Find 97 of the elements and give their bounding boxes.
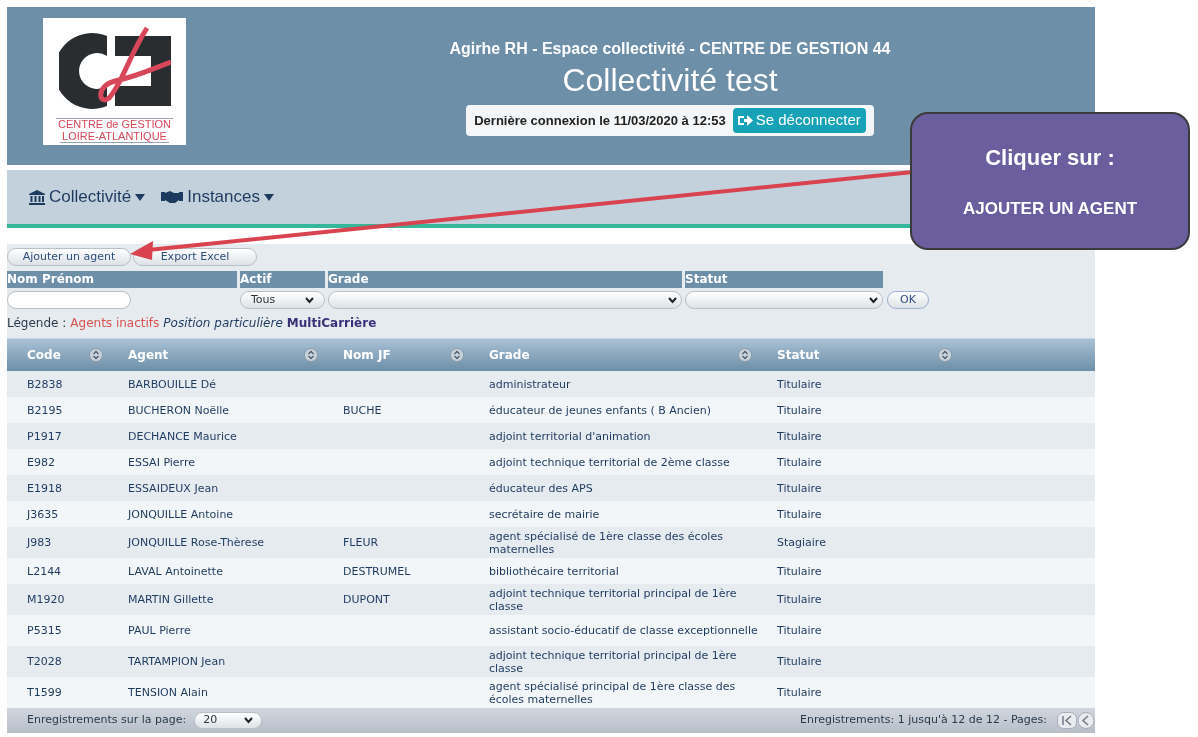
ok-button[interactable]: OK (887, 291, 929, 309)
table-cell-text: adjoint technique territorial de 2ème classe (489, 455, 731, 469)
sign-out-icon (737, 113, 753, 127)
table-cell: Titulaire (777, 377, 822, 391)
table-cell: Titulaire (777, 481, 822, 495)
active-select[interactable]: Tous (240, 291, 325, 309)
table-cell: Titulaire (777, 429, 822, 443)
table-cell-text: secrétaire de mairie (489, 507, 601, 521)
sort-icon[interactable] (89, 348, 103, 362)
table-cell: DESTRUMEL (343, 564, 411, 578)
per-page-label: Enregistrements sur la page: (27, 712, 187, 729)
legend-multicareer: MultiCarrière (286, 315, 377, 332)
chevron-down-icon (869, 296, 878, 304)
table-cell-text: administrateur (489, 377, 572, 391)
sort-icon[interactable] (938, 348, 952, 362)
table-cell: Titulaire (777, 593, 822, 606)
table-cell: B2195 (27, 403, 63, 417)
table-cell: DUPONT (343, 593, 390, 606)
table-row[interactable]: P5315 PAUL Pierre assistant socio-éducatif de classe exceptionnelle Titulaire (7, 615, 1095, 646)
table-cell: PAUL Pierre (128, 624, 191, 637)
legend-inactive: Agents inactifs (70, 315, 160, 332)
sort-icon[interactable] (304, 348, 318, 362)
table-cell: J3635 (27, 507, 59, 521)
sort-icon[interactable] (738, 348, 752, 362)
table-cell: LAVAL Antoinette (128, 564, 223, 578)
table-cell-text: agent spécialisé principal de 1ère classe des écoles maternelles (489, 679, 737, 706)
last-login-text: Dernière connexion le 11/03/2020 à 12:53 (474, 111, 726, 130)
table-cell: Stagiaire (777, 536, 826, 549)
table-cell: T2028 (27, 655, 62, 668)
table-cell: ESSAIDEUX Jean (128, 481, 219, 495)
callout-text: AJOUTER UN AGENT (962, 197, 1138, 220)
table-row[interactable]: L2144 LAVAL Antoinette DESTRUMEL bibliothécaire territorial Titulaire (7, 558, 1095, 584)
table-cell-text: bibliothécaire territorial (489, 564, 620, 578)
table-cell: TENSION Alain (128, 686, 208, 699)
table-cell: DECHANCE Maurice (128, 429, 237, 443)
name-field[interactable] (7, 291, 131, 309)
sort-icon[interactable] (450, 348, 464, 362)
filter-label: Grade (328, 271, 682, 288)
chevron-down-icon (244, 717, 254, 724)
table-cell: FLEUR (343, 536, 379, 549)
filter-label: Actif (240, 271, 325, 288)
table-cell: Titulaire (777, 403, 822, 417)
table-cell: JONQUILLE Rose-Thèrese (128, 536, 265, 549)
table-cell: Titulaire (777, 564, 822, 578)
logo-text: LOIRE-ATLANTIQUE (60, 130, 169, 143)
logo-text: CENTRE de GESTION (55, 118, 174, 130)
bank-icon (29, 189, 45, 205)
nav-menu[interactable]: Instances (161, 184, 274, 210)
records-info: Enregistrements: 1 jusqu'à 12 de 12 - Pages: (799, 712, 1047, 729)
per-page-select[interactable]: 20 (194, 712, 263, 729)
chevron-down-icon (668, 296, 677, 304)
table-cell: JONQUILLE Antoine (128, 507, 234, 521)
table-row[interactable]: T1599 TENSION Alain agent spécialisé principal de 1ère classe des écoles maternelles Titulaire (7, 677, 1095, 708)
nav-menu[interactable]: Collectivité (29, 184, 146, 210)
table-cell: assistant socio-éducatif de classe exceptionnelle (489, 624, 759, 637)
table-cell: BUCHERON Noëlle (128, 403, 230, 417)
table-cell: B2838 (27, 377, 63, 391)
table-row[interactable]: E982 ESSAI Pierre adjoint technique territorial de 2ème classe Titulaire (7, 449, 1095, 475)
page-title: Collectivité test (562, 61, 778, 99)
table-cell: T1599 (27, 686, 62, 699)
table-cell: P1917 (27, 429, 62, 443)
table-cell: Titulaire (777, 655, 822, 668)
filter-label: Statut (685, 271, 883, 288)
table-cell-text: éducateur des APS (489, 481, 594, 495)
table-cell: BUCHE (343, 403, 382, 417)
table-cell: TARTAMPION Jean (128, 655, 226, 668)
table-row[interactable]: J3635 JONQUILLE Antoine secrétaire de mairie Titulaire (7, 501, 1095, 527)
table-cell: P5315 (27, 624, 62, 637)
table-cell: Titulaire (777, 455, 822, 469)
table-cell: E1918 (27, 481, 62, 495)
table-cell: L2144 (27, 564, 62, 578)
caret-icon (263, 193, 274, 201)
table-cell: Titulaire (777, 624, 822, 637)
legend-label: Légende : (7, 315, 67, 332)
callout-title: Cliquer sur : (985, 143, 1115, 172)
previous-page-icon[interactable] (1077, 712, 1095, 729)
chevron-down-icon (305, 296, 314, 304)
table-cell: M1920 (27, 593, 65, 606)
table-cell: MARTIN Gillette (128, 593, 214, 606)
table-cell: ESSAI Pierre (128, 455, 195, 469)
table-cell: BARBOUILLE Dé (128, 377, 216, 391)
table-cell-text: agent spécialisé de 1ère classe des écoles maternelles (489, 529, 724, 556)
table-cell: Titulaire (777, 507, 822, 521)
table-cell-text: adjoint territorial d'animation (489, 429, 652, 443)
legend-position: Position particulière (163, 315, 283, 332)
table-cell: J983 (27, 536, 52, 549)
table-cell-text: adjoint technique territorial principal de 1ère classe (489, 648, 738, 675)
table-cell-text: adjoint technique territorial principal de 1ère classe (489, 586, 738, 613)
table-cell-text: éducateur de jeunes enfants ( B Ancien) (489, 403, 712, 417)
table-row[interactable]: B2195 BUCHERON Noëlle BUCHE éducateur de jeunes enfants ( B Ancien) Titulaire (7, 397, 1095, 423)
table-cell: E982 (27, 455, 55, 469)
first-page-icon[interactable] (1057, 712, 1077, 729)
portal-subtitle: Agirhe RH - Espace collectivité - CENTRE DE GESTION 44 (449, 39, 891, 59)
table-cell: Titulaire (777, 686, 822, 699)
caret-icon (135, 193, 146, 201)
filter-label: Nom Prénom (7, 271, 237, 288)
toolbar-button[interactable]: Ajouter un agent (7, 248, 131, 266)
